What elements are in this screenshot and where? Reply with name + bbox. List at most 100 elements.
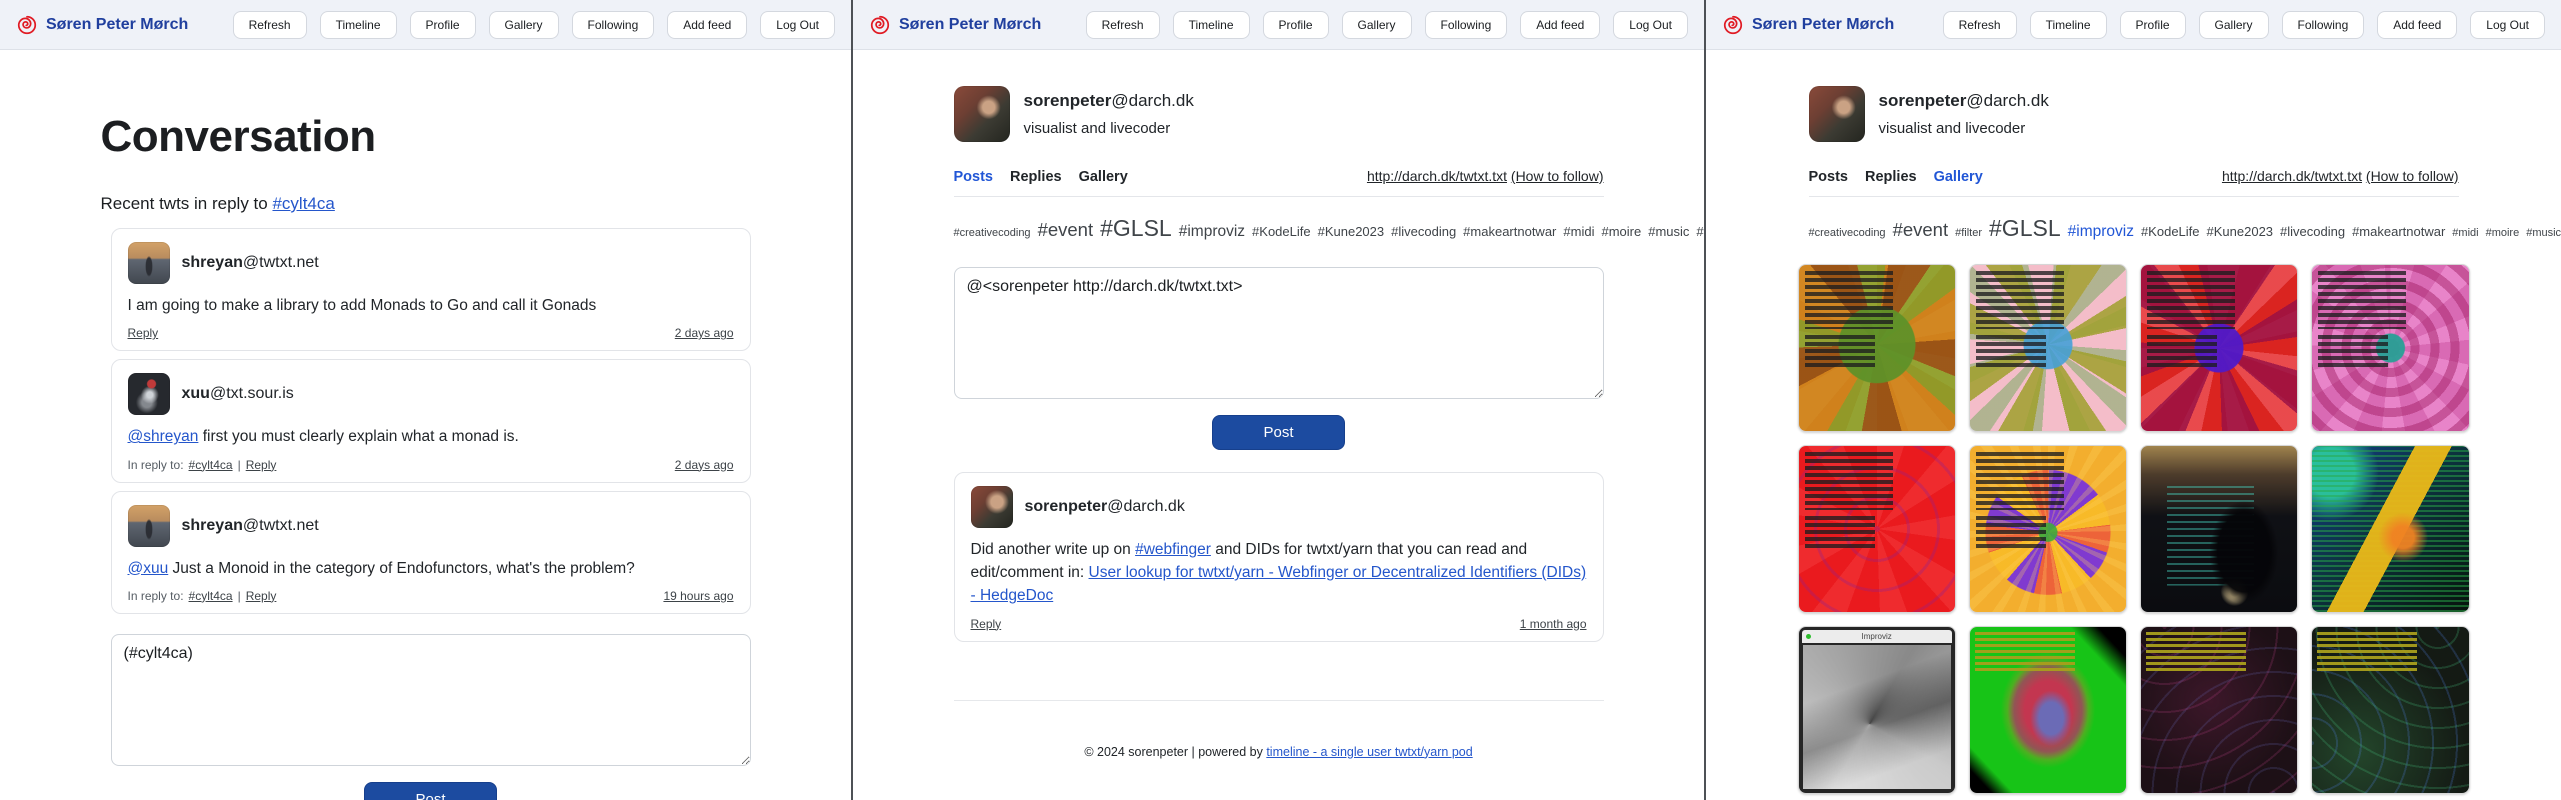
hashtag-link[interactable]: #midi	[2452, 227, 2478, 239]
hashtag-link[interactable]: #creativecoding	[1809, 227, 1886, 239]
brand-link[interactable]: Søren Peter Mørch	[869, 14, 1041, 36]
nav-addfeed-button[interactable]: Add feed	[2377, 11, 2457, 39]
nav-logout-button[interactable]: Log Out	[1613, 11, 1688, 39]
hashtag-link[interactable]: #moire	[2486, 227, 2520, 239]
nav-profile-button[interactable]: Profile	[2120, 11, 2186, 39]
hashtag-link[interactable]: #GLSL	[1100, 215, 1172, 241]
tab-replies[interactable]: Replies	[1010, 169, 1062, 185]
twt-author-nick: shreyan	[182, 517, 243, 534]
mention-link[interactable]: @shreyan	[128, 428, 199, 445]
gallery-image[interactable]	[1798, 264, 1956, 432]
nav-logout-button[interactable]: Log Out	[760, 11, 835, 39]
twtxt-feed-link[interactable]: http://darch.dk/twtxt.txt	[2222, 168, 2362, 184]
nav-refresh-button[interactable]: Refresh	[1086, 11, 1160, 39]
nav-refresh-button[interactable]: Refresh	[1943, 11, 2017, 39]
hashtag-link[interactable]: #filter	[1955, 227, 1982, 239]
gallery-image[interactable]	[2311, 445, 2469, 613]
twt-timestamp-link[interactable]: 2 days ago	[675, 458, 734, 472]
nav-profile-button[interactable]: Profile	[410, 11, 476, 39]
gallery-image[interactable]	[2311, 264, 2469, 432]
nav-following-button[interactable]: Following	[1425, 11, 1508, 39]
twtxt-feed-link[interactable]: http://darch.dk/twtxt.txt	[1367, 168, 1507, 184]
nav-logout-button[interactable]: Log Out	[2470, 11, 2545, 39]
brand-link[interactable]: Søren Peter Mørch	[16, 14, 188, 36]
twt-timestamp-link[interactable]: 1 month ago	[1520, 617, 1587, 631]
hashtag-link[interactable]: #KodeLife	[1252, 224, 1311, 239]
nav-timeline-button[interactable]: Timeline	[1173, 11, 1250, 39]
twt-timestamp-link[interactable]: 19 hours ago	[663, 589, 733, 603]
gallery-image[interactable]	[1969, 264, 2127, 432]
mention-link[interactable]: @xuu	[128, 560, 169, 577]
app-header: Søren Peter Mørch Refresh Timeline Profi…	[0, 0, 851, 50]
code-overlay	[2147, 271, 2235, 329]
code-overlay	[1975, 632, 2075, 672]
nav-gallery-button[interactable]: Gallery	[1342, 11, 1412, 39]
divider	[954, 196, 1604, 197]
reply-link[interactable]: Reply	[128, 326, 159, 340]
gallery-image[interactable]	[2140, 264, 2298, 432]
gallery-image[interactable]	[1969, 626, 2127, 794]
tab-gallery[interactable]: Gallery	[1079, 169, 1128, 185]
brand-link[interactable]: Søren Peter Mørch	[1722, 14, 1894, 36]
hashtag-link[interactable]: #music	[1648, 224, 1689, 239]
nav-timeline-button[interactable]: Timeline	[2030, 11, 2107, 39]
nav-timeline-button[interactable]: Timeline	[320, 11, 397, 39]
gallery-image[interactable]	[2140, 626, 2298, 794]
hashtag-link[interactable]: #webfinger	[1135, 541, 1211, 558]
hashtag-link[interactable]: #Kune2023	[1318, 224, 1385, 239]
hashtag-link[interactable]: #improviz	[1179, 223, 1245, 240]
separator: |	[238, 589, 241, 603]
hashtag-link[interactable]: #livecoding	[1391, 224, 1456, 239]
hashtag-link[interactable]: #KodeLife	[2141, 224, 2200, 239]
tab-gallery[interactable]: Gallery	[1934, 169, 1983, 185]
how-to-follow-link[interactable]: (How to follow)	[1511, 168, 1604, 184]
powered-by-link[interactable]: timeline - a single user twtxt/yarn pod	[1266, 745, 1472, 759]
hashtag-link[interactable]: #event	[1893, 219, 1949, 240]
tab-posts[interactable]: Posts	[1809, 169, 1849, 185]
hashtag-link[interactable]: #improviz	[2068, 223, 2134, 240]
tab-replies[interactable]: Replies	[1865, 169, 1917, 185]
nav-following-button[interactable]: Following	[572, 11, 655, 39]
post-button[interactable]: Post	[364, 782, 496, 800]
thread-hash-link[interactable]: #cylt4ca	[189, 589, 233, 603]
post-button[interactable]: Post	[1212, 415, 1344, 450]
twt-author-host: @twtxt.net	[243, 517, 319, 534]
hashtag-link[interactable]: #paintOver	[1696, 224, 1706, 239]
nav-addfeed-button[interactable]: Add feed	[1520, 11, 1600, 39]
nav-following-button[interactable]: Following	[2282, 11, 2365, 39]
twt-author-nick: shreyan	[182, 254, 243, 271]
reply-link[interactable]: Reply	[246, 458, 277, 472]
hashtag-link[interactable]: #GLSL	[1989, 215, 2061, 241]
nav-gallery-button[interactable]: Gallery	[2199, 11, 2269, 39]
nav-addfeed-button[interactable]: Add feed	[667, 11, 747, 39]
thread-hash-link[interactable]: #cylt4ca	[189, 458, 233, 472]
twt-timestamp-link[interactable]: 2 days ago	[675, 326, 734, 340]
hashtag-link[interactable]: #Kune2023	[2207, 224, 2274, 239]
gallery-image[interactable]	[2311, 626, 2469, 794]
post-composer[interactable]: @<sorenpeter http://darch.dk/twtxt.txt>	[954, 267, 1604, 399]
thread-hash-link[interactable]: #cylt4ca	[272, 194, 334, 213]
hashtag-link[interactable]: #livecoding	[2280, 224, 2345, 239]
in-reply-label: In reply to:	[128, 589, 184, 603]
nav-refresh-button[interactable]: Refresh	[233, 11, 307, 39]
hashtag-link[interactable]: #music	[2526, 227, 2561, 239]
reply-composer[interactable]: (#cylt4ca)	[111, 634, 751, 766]
hashtag-link[interactable]: #moire	[1601, 224, 1641, 239]
hashtag-link[interactable]: #creativecoding	[954, 227, 1031, 239]
nav-profile-button[interactable]: Profile	[1263, 11, 1329, 39]
hashtag-link[interactable]: #makeartnotwar	[1463, 224, 1556, 239]
reply-link[interactable]: Reply	[971, 617, 1002, 631]
hashtag-link[interactable]: #makeartnotwar	[2352, 224, 2445, 239]
tab-posts[interactable]: Posts	[954, 169, 994, 185]
how-to-follow-link[interactable]: (How to follow)	[2366, 168, 2459, 184]
hashtag-link[interactable]: #midi	[1563, 224, 1594, 239]
hashtag-link[interactable]: #event	[1038, 219, 1094, 240]
gallery-image[interactable]	[1969, 445, 2127, 613]
app: Søren Peter Mørch Refresh Timeline Profi…	[0, 0, 2561, 800]
reply-link[interactable]: Reply	[246, 589, 277, 603]
gallery-image[interactable]: Improviz	[1798, 626, 1956, 794]
feed-links: http://darch.dk/twtxt.txt (How to follow…	[1367, 168, 1604, 184]
gallery-image[interactable]	[2140, 445, 2298, 613]
nav-gallery-button[interactable]: Gallery	[489, 11, 559, 39]
gallery-image[interactable]	[1798, 445, 1956, 613]
